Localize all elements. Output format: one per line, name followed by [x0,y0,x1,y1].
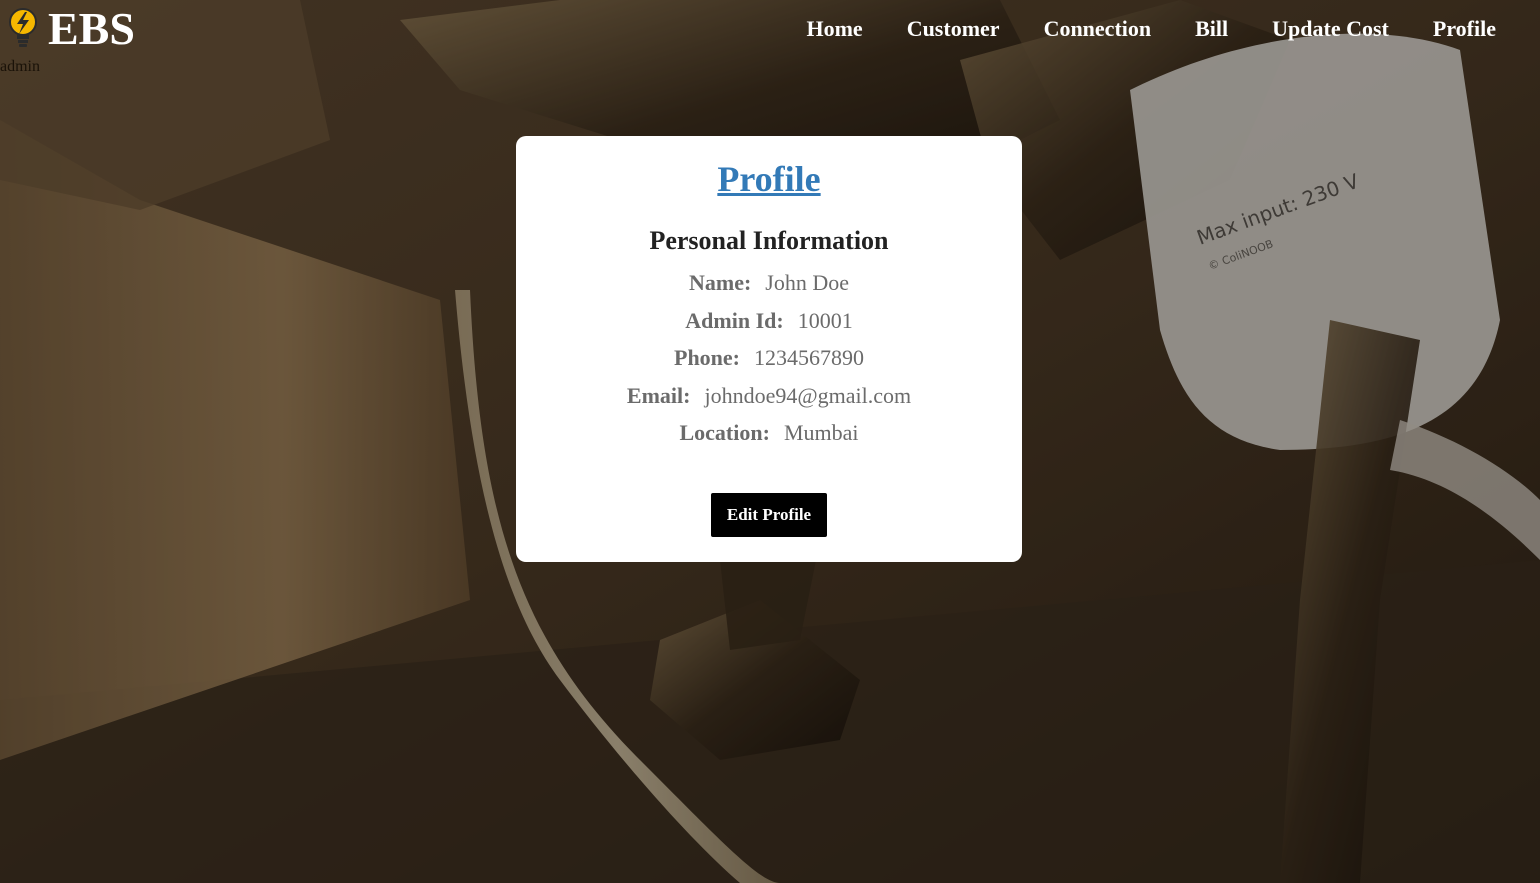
phone-value: 1234567890 [754,345,864,370]
phone-label: Phone: [674,345,740,370]
nav-update-cost[interactable]: Update Cost [1272,14,1389,44]
nav-customer[interactable]: Customer [907,14,1000,44]
profile-card: Profile Personal Information Name: John D… [516,136,1022,562]
info-row-phone: Phone: 1234567890 [516,339,1022,377]
page: Max input: 230 V © ColiNOOB EBS admin Ho… [0,0,1540,883]
admin-id-value: 10001 [797,307,853,333]
main-nav: Home Customer Connection Bill Update Cos… [762,14,1496,44]
email-label: Email: [626,382,691,408]
location-label: Location: [679,420,770,445]
name-label: Name: [688,270,752,295]
nav-bill[interactable]: Bill [1195,14,1228,44]
edit-profile-button[interactable]: Edit Profile [710,492,828,537]
top-header: EBS admin Home Customer Connection Bill … [0,0,1540,80]
brand-title: EBS [48,3,135,54]
lightbulb-icon [9,8,37,47]
name-value: John Doe [765,270,850,295]
nav-profile[interactable]: Profile [1433,14,1496,44]
user-role-label: admin [0,58,40,75]
info-row-email: Email: johndoe94@gmail.com [516,377,1022,415]
admin-id-label: Admin Id: [685,307,784,333]
profile-title-link[interactable]: Profile [516,158,1022,200]
nav-connection[interactable]: Connection [1044,14,1152,44]
brand[interactable]: EBS [6,6,135,52]
email-value: johndoe94@gmail.com [704,382,912,408]
info-row-location: Location: Mumbai [516,414,1022,452]
personal-info-list: Name: John Doe Admin Id: 10001 Phone: 12345… [516,264,1022,452]
info-row-admin-id: Admin Id: 10001 [516,302,1022,340]
info-row-name: Name: John Doe [516,264,1022,302]
section-title: Personal Information [649,226,889,255]
location-value: Mumbai [783,420,859,445]
nav-home[interactable]: Home [806,14,862,44]
